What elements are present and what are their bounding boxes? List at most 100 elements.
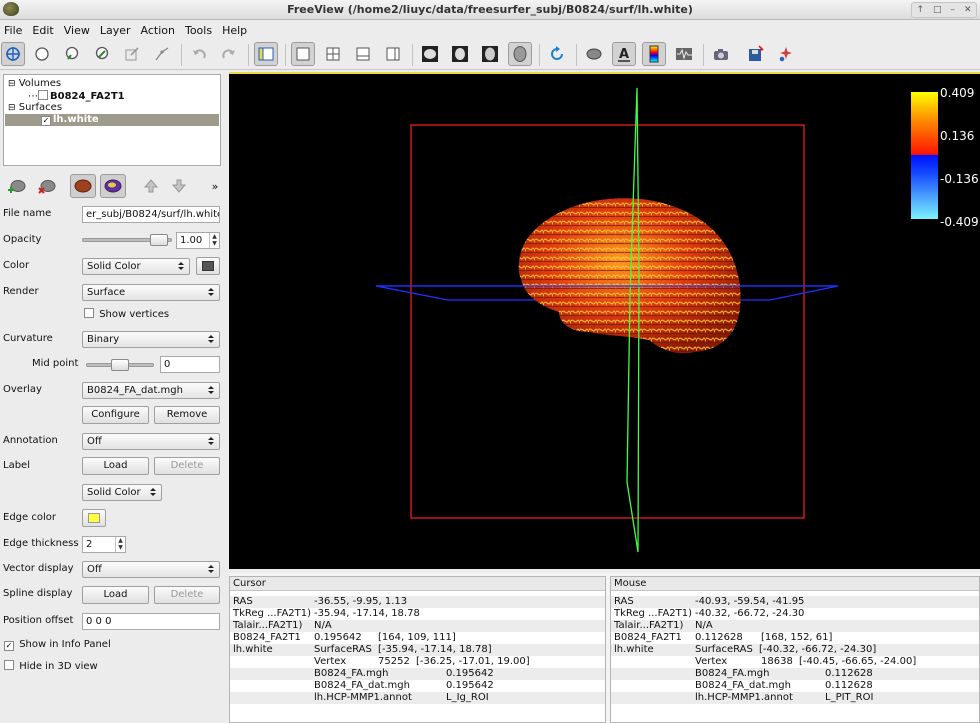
layout-1x3-icon[interactable]	[254, 42, 278, 66]
midpoint-slider-handle[interactable]	[111, 359, 129, 371]
layout-1-3-icon[interactable]	[351, 42, 375, 66]
move-up-icon[interactable]	[138, 174, 164, 198]
annotation-label: Annotation	[3, 435, 58, 446]
volume-visibility-checkbox[interactable]	[38, 90, 48, 100]
menu-layer[interactable]: Layer	[100, 24, 131, 37]
undo-icon[interactable]	[187, 42, 211, 66]
spin-arrows-icon[interactable]: ▲ ▼	[115, 537, 125, 552]
surface-main-icon[interactable]	[70, 174, 96, 198]
axial-view-icon[interactable]	[478, 42, 502, 66]
voxel-edit-icon[interactable]	[60, 42, 84, 66]
point-set-icon[interactable]	[150, 42, 174, 66]
vector-display-select[interactable]: Off	[82, 561, 220, 578]
edge-color-button[interactable]	[82, 509, 106, 527]
surface-color-button[interactable]	[196, 257, 220, 275]
edge-thickness-spinbox[interactable]: 2 ▲ ▼	[82, 536, 126, 553]
recon-edit-icon[interactable]	[90, 42, 114, 66]
restore-icon[interactable]: □	[933, 5, 942, 15]
table-row: B0824_FA_dat.mgh 0.112628	[695, 680, 873, 691]
overlay-select[interactable]: B0824_FA_dat.mgh	[82, 382, 220, 399]
layout-1-3h-icon[interactable]	[381, 42, 405, 66]
maximize-icon[interactable]: ↑	[916, 5, 924, 15]
spin-arrows-icon[interactable]: ▲ ▼	[209, 233, 219, 248]
waveform-icon[interactable]	[672, 42, 696, 66]
tree-item-surface[interactable]: ✓ lh.white	[5, 114, 219, 126]
hide-3d-checkbox[interactable]: Hide in 3D view	[4, 660, 98, 674]
label-load-button[interactable]: Load	[82, 457, 149, 475]
mouse-header: Mouse	[611, 577, 979, 591]
cursor-ras-value[interactable]: -36.55, -9.95, 1.13	[314, 596, 407, 608]
menu-action[interactable]: Action	[141, 24, 175, 37]
label-color-select[interactable]: Solid Color	[82, 484, 162, 501]
color-mode-select[interactable]: Solid Color	[82, 258, 190, 275]
render-select[interactable]: Surface	[82, 284, 220, 301]
annotation-text-icon[interactable]: A	[612, 42, 636, 66]
tree-node-surfaces[interactable]: ⊟ Surfaces	[8, 102, 62, 114]
navigate-tool-icon[interactable]	[1, 42, 25, 66]
remove-button[interactable]: Remove	[154, 406, 220, 424]
surface-visibility-checkbox[interactable]: ✓	[41, 116, 51, 126]
edge-thickness-label: Edge thickness	[3, 538, 79, 549]
configure-button[interactable]: Configure	[82, 406, 149, 424]
color-bar-icon[interactable]	[642, 42, 666, 66]
menu-file[interactable]: File	[4, 24, 22, 37]
checkbox-icon: ✓	[4, 641, 14, 651]
opacity-slider[interactable]	[82, 234, 172, 246]
file-name-field[interactable]: er_subj/B0824/surf/lh.white	[82, 206, 220, 223]
annotation-select[interactable]: Off	[82, 433, 220, 450]
edge-color-swatch	[88, 513, 100, 523]
sparkle-tool-icon[interactable]	[774, 42, 798, 66]
table-row: Talair...FA2T1) N/A	[611, 620, 979, 632]
tree-node-volumes[interactable]: ⊟ Volumes	[8, 78, 61, 90]
load-surface-icon[interactable]	[4, 174, 30, 198]
opacity-slider-handle[interactable]	[149, 234, 168, 246]
curvature-select[interactable]: Binary	[82, 331, 220, 348]
show-info-panel-checkbox[interactable]: ✓ Show in Info Panel	[4, 638, 111, 652]
head-tool-icon[interactable]	[30, 42, 54, 66]
color-swatch	[202, 261, 214, 271]
menu-tools[interactable]: Tools	[185, 24, 212, 37]
position-offset-label: Position offset	[3, 615, 74, 626]
table-row: lh.HCP-MMP1.annot L_PIT_ROI	[611, 692, 979, 704]
3d-view-icon[interactable]	[508, 42, 532, 66]
spline-load-button[interactable]: Load	[82, 586, 149, 604]
surface-overlay-icon[interactable]	[100, 174, 126, 198]
camera-icon[interactable]	[709, 42, 733, 66]
midpoint-slider[interactable]	[86, 359, 154, 371]
coronal-view-icon[interactable]	[448, 42, 472, 66]
collapse-icon[interactable]: ⊟	[8, 103, 16, 113]
close-surface-icon[interactable]	[34, 174, 60, 198]
layout-1x1-icon[interactable]	[291, 42, 315, 66]
collapse-icon[interactable]: ⊟	[8, 79, 16, 89]
opacity-spinbox[interactable]: 1.00 ▲ ▼	[176, 232, 220, 249]
save-screenshot-icon[interactable]	[744, 42, 768, 66]
table-row: Talair...FA2T1) N/A	[230, 620, 605, 632]
label-delete-button[interactable]: Delete	[154, 457, 220, 475]
reset-view-icon[interactable]	[545, 42, 569, 66]
close-icon[interactable]: ✕	[964, 5, 972, 15]
file-name-label: File name	[3, 208, 52, 219]
more-tools-icon[interactable]: »	[202, 174, 228, 198]
show-vertices-checkbox[interactable]: Show vertices	[84, 308, 169, 322]
table-row: B0824_FA2T1 0.112628 [168, 152, 61]	[614, 632, 833, 643]
render-view-3d[interactable]	[229, 72, 980, 569]
move-down-icon[interactable]	[166, 174, 192, 198]
table-row: B0824_FA.mgh 0.195642	[230, 668, 605, 680]
table-row: lh.HCP-MMP1.annot L_Ig_ROI	[230, 692, 605, 704]
sagittal-view-icon[interactable]	[418, 42, 442, 66]
layer-toolbar: »	[0, 172, 228, 200]
opacity-label: Opacity	[3, 234, 42, 245]
roi-edit-icon[interactable]	[120, 42, 144, 66]
tree-item-volume[interactable]: ⋯ B0824_FA2T1	[28, 90, 125, 102]
redo-icon[interactable]	[217, 42, 241, 66]
position-offset-field[interactable]: 0 0 0	[82, 613, 220, 630]
menu-help[interactable]: Help	[222, 24, 247, 37]
spline-delete-button[interactable]: Delete	[154, 586, 220, 604]
menu-view[interactable]: View	[64, 24, 90, 37]
layout-2x2-icon[interactable]	[321, 42, 345, 66]
minimize-icon[interactable]: –	[950, 5, 955, 15]
table-row: lh.white SurfaceRAS [-35.94, -17.14, 18.78…	[230, 644, 605, 656]
show-slices-icon[interactable]	[582, 42, 606, 66]
menu-edit[interactable]: Edit	[32, 24, 53, 37]
midpoint-field[interactable]: 0	[160, 356, 220, 373]
